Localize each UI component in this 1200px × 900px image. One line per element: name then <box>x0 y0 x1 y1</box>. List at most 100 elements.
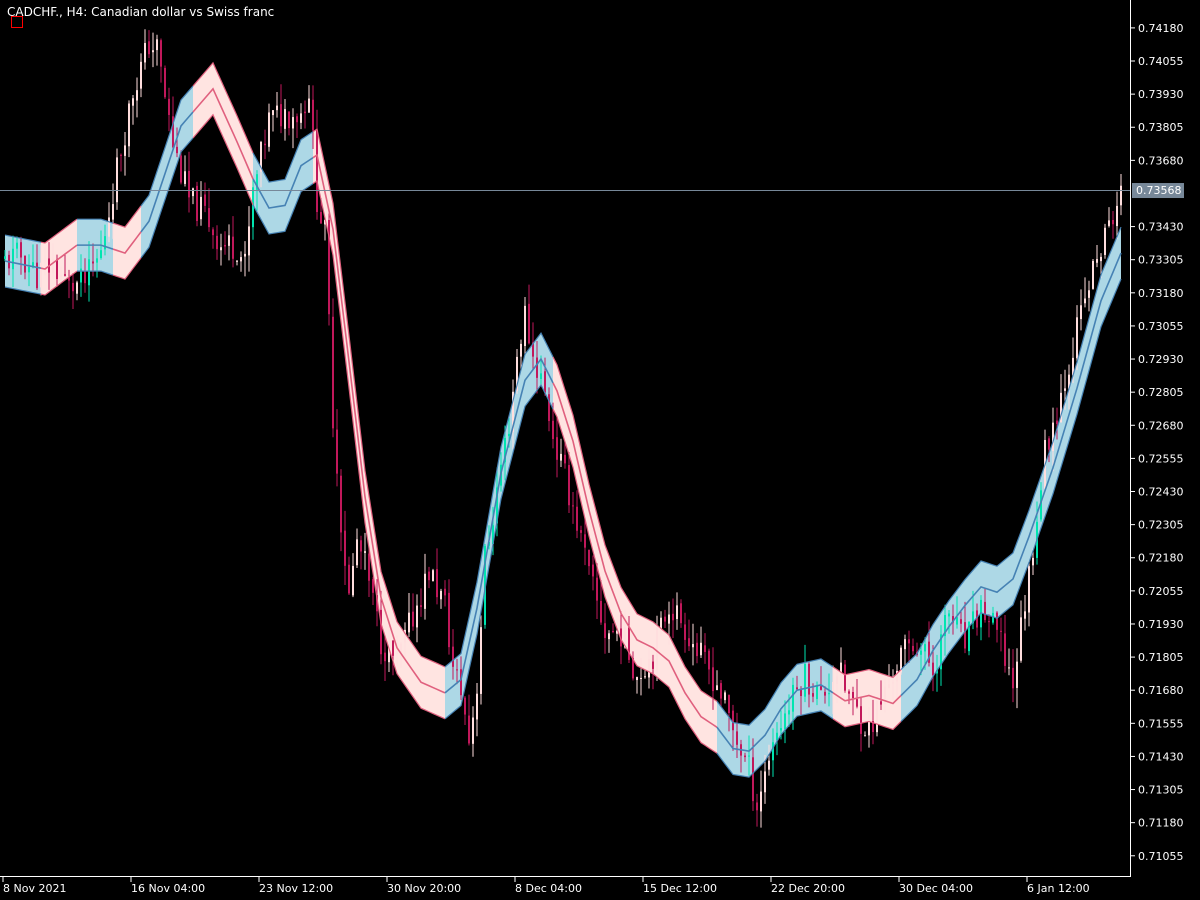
candle-body <box>392 640 394 656</box>
candle-body <box>204 194 206 206</box>
candle-body <box>184 171 186 184</box>
candle-body <box>280 104 282 127</box>
candle-body <box>64 274 66 276</box>
candle-body <box>224 244 226 247</box>
time-tick-label: 8 Dec 04:00 <box>515 882 582 895</box>
candle-body <box>680 603 682 624</box>
time-tick-label: 6 Jan 12:00 <box>1027 882 1090 895</box>
candle-body <box>816 685 818 700</box>
candle-body <box>220 247 222 251</box>
price-tick-label: 0.72430 <box>1138 486 1184 499</box>
candle-body <box>612 630 614 632</box>
candle-body <box>736 731 738 745</box>
candle-body <box>552 420 554 439</box>
candle-body <box>368 553 370 581</box>
candle-body <box>16 242 18 249</box>
candle-body <box>572 505 574 507</box>
candle-body <box>1016 661 1018 688</box>
candle-body <box>76 282 78 294</box>
candle-body <box>100 250 102 258</box>
candle-body <box>336 429 338 474</box>
candle-body <box>284 109 286 129</box>
candle-body <box>956 617 958 625</box>
candle-body <box>156 39 158 51</box>
candle-body <box>924 644 926 652</box>
candle-body <box>1032 557 1034 566</box>
candle-body <box>676 605 678 620</box>
time-tick-label: 22 Dec 20:00 <box>771 882 845 895</box>
candle-body <box>712 667 714 692</box>
candle-body <box>664 616 666 622</box>
candle-body <box>180 155 182 183</box>
price-tick-label: 0.73305 <box>1138 254 1184 267</box>
candle-body <box>140 61 142 89</box>
candle-body <box>408 612 410 633</box>
candle-body <box>720 683 722 699</box>
time-tick-label: 15 Dec 12:00 <box>643 882 717 895</box>
candle-body <box>344 530 346 566</box>
candle-body <box>92 261 94 264</box>
candle-body <box>424 573 426 609</box>
candle-body <box>704 645 706 652</box>
candle-body <box>732 710 734 731</box>
candle-body <box>860 706 862 734</box>
candle-body <box>292 117 294 129</box>
candle-body <box>856 699 858 707</box>
candle-body <box>96 258 98 263</box>
candle-body <box>1088 290 1090 298</box>
candle-body <box>800 689 802 697</box>
candle-body <box>1100 256 1102 262</box>
price-tick-label: 0.71180 <box>1138 817 1184 830</box>
candle-body <box>1076 317 1078 359</box>
candle-body <box>264 143 266 146</box>
candle-body <box>420 605 422 608</box>
candle-body <box>364 551 366 553</box>
candle-body <box>636 677 638 681</box>
candle-body <box>544 371 546 393</box>
candle-body <box>1008 667 1010 669</box>
candle-body <box>1048 438 1050 450</box>
candle-body <box>780 728 782 731</box>
candle-body <box>436 569 438 598</box>
price-tick-label: 0.72055 <box>1138 585 1184 598</box>
candle-body <box>112 204 114 220</box>
candle-body <box>176 146 178 154</box>
candle-body <box>540 373 542 379</box>
candle-body <box>152 50 154 53</box>
price-tick-label: 0.73680 <box>1138 154 1184 167</box>
candle-body <box>1056 420 1058 424</box>
candle-body <box>768 760 770 770</box>
price-chart[interactable]: 0.74180 0.74055 0.73930 0.73805 0.73680 0.734… <box>0 0 1200 900</box>
candle-body <box>148 41 150 55</box>
candle-body <box>808 663 810 695</box>
candle-body <box>428 571 430 581</box>
candle-body <box>920 650 922 655</box>
candle-body <box>672 613 674 621</box>
candle-body <box>528 303 530 344</box>
price-tick-label: 0.74180 <box>1138 22 1184 35</box>
candle-body <box>912 645 914 652</box>
candle-body <box>1084 298 1086 304</box>
candle-body <box>1024 611 1026 619</box>
candle-body <box>688 638 690 647</box>
candle-body <box>600 600 602 623</box>
candle-body <box>168 98 170 115</box>
candle-body <box>644 676 646 678</box>
candle-body <box>348 564 350 594</box>
candle-body <box>28 266 30 273</box>
candle-body <box>188 170 190 198</box>
candle-body <box>248 226 250 256</box>
candle-body <box>440 590 442 600</box>
candle-body <box>628 627 630 660</box>
candle-body <box>208 208 210 228</box>
candle-body <box>396 652 398 654</box>
candle-body <box>476 693 478 720</box>
price-tick-label: 0.71930 <box>1138 618 1184 631</box>
candle-body <box>1104 227 1106 255</box>
candle-body <box>692 644 694 648</box>
candle-body <box>836 676 838 685</box>
candle-body <box>908 639 910 644</box>
candle-body <box>804 663 806 697</box>
candle-body <box>120 154 122 156</box>
candle-body <box>244 253 246 257</box>
